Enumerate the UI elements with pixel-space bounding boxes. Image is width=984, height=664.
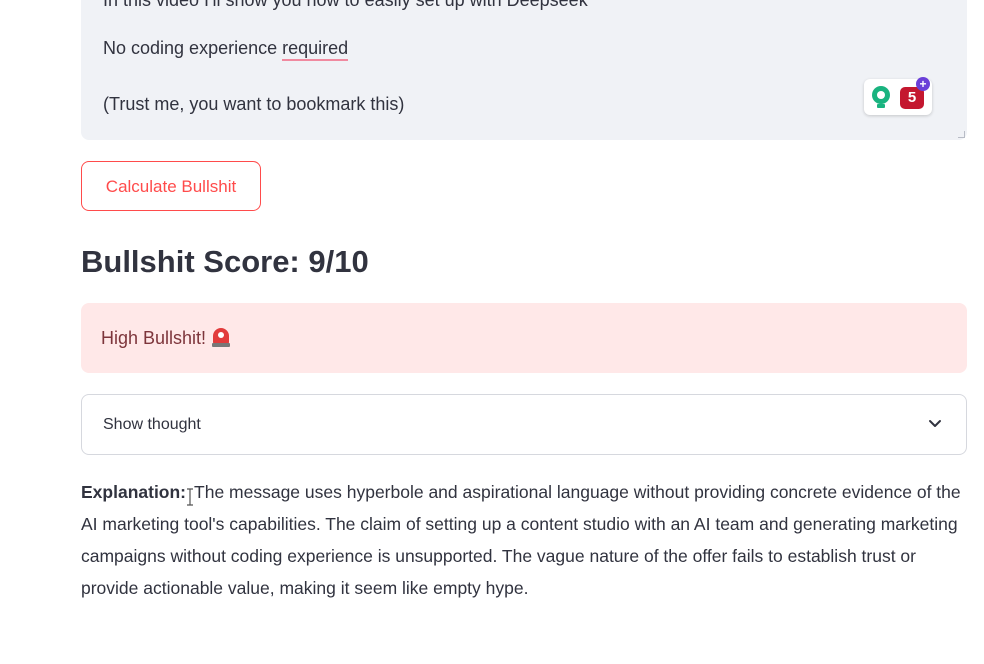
explanation-text: The message uses hyperbole and aspiratio… — [81, 482, 961, 598]
lightbulb-base — [877, 104, 885, 108]
expander-label: Show thought — [103, 416, 201, 433]
spellcheck-underline-word[interactable]: required — [282, 38, 349, 61]
show-thought-expander[interactable]: Show thought — [81, 394, 967, 455]
high-bullshit-alert: High Bullshit! — [81, 303, 967, 373]
grammar-extension-badge[interactable]: 5 + — [864, 77, 932, 115]
siren-icon — [212, 326, 231, 348]
message-line-required: No coding experience required — [103, 38, 349, 61]
message-line-bookmark: (Trust me, you want to bookmark this) — [103, 94, 405, 114]
explanation-paragraph: Explanation: The message uses hyperbole a… — [81, 476, 973, 604]
message-required-prefix: No coding experience — [103, 38, 283, 58]
message-textarea[interactable]: In this video I'll show you how to easil… — [81, 0, 967, 140]
plus-icon[interactable]: + — [916, 77, 930, 91]
resize-handle[interactable] — [958, 131, 965, 138]
explanation-label: Explanation: — [81, 482, 187, 502]
alert-text: High Bullshit! — [101, 328, 207, 348]
lightbulb-icon[interactable] — [872, 86, 890, 104]
bullshit-score-heading: Bullshit Score: 9/10 — [81, 244, 369, 279]
text-cursor-icon — [186, 484, 194, 506]
calculate-bullshit-button[interactable]: Calculate Bullshit — [81, 161, 261, 211]
message-line-partial: In this video I'll show you how to easil… — [103, 0, 588, 10]
chevron-down-icon — [929, 420, 941, 427]
